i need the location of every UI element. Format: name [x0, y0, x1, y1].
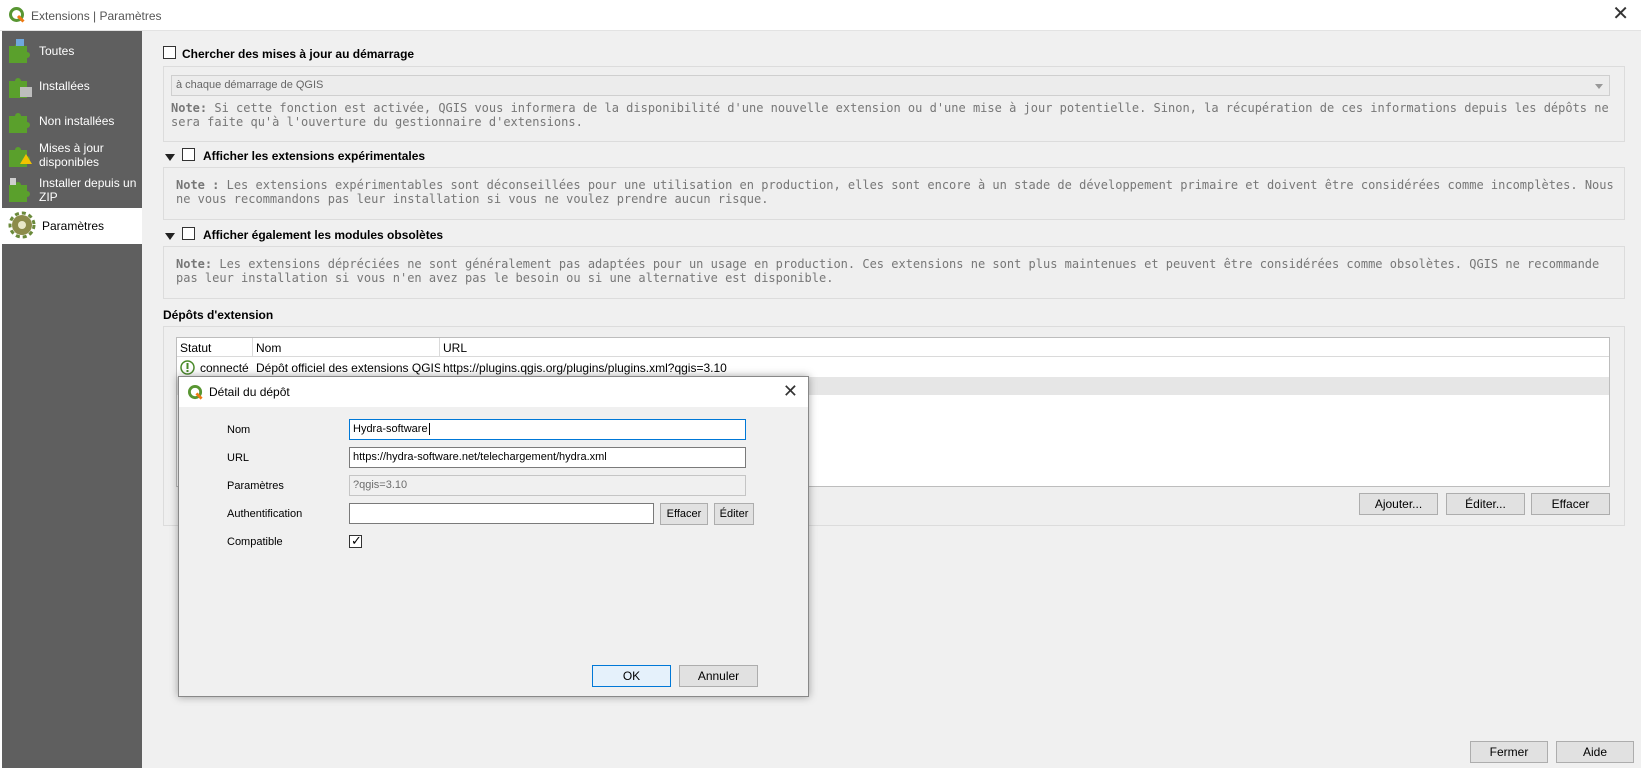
add-repository-button[interactable]: Ajouter... [1359, 493, 1438, 515]
puzzle-all-icon [9, 39, 30, 63]
experimental-checkbox[interactable] [182, 148, 195, 161]
puzzle-not-installed-icon [9, 113, 30, 133]
puzzle-upgradeable-icon [9, 147, 32, 167]
note-text: Les extensions dépréciées ne sont généra… [176, 257, 1600, 285]
window-titlebar: Extensions | Paramètres ✕ [0, 0, 1641, 31]
sidebar-item-label: Installer depuis un ZIP [39, 176, 137, 204]
repo-status: connecté [200, 361, 249, 375]
check-updates-label: Chercher des mises à jour au démarrage [182, 47, 415, 61]
repositories-heading: Dépôts d'extension [163, 308, 274, 322]
note-prefix: Note: [171, 101, 208, 115]
params-field: ?qgis=3.10 [349, 475, 746, 496]
sidebar-item-label: Mises à jour disponibles [39, 141, 104, 169]
dialog-titlebar: Détail du dépôt ✕ [179, 377, 808, 407]
text-caret [428, 423, 430, 436]
note-prefix: Note: [176, 257, 213, 271]
note-text: Si cette fonction est activée, QGIS vous… [171, 101, 1609, 129]
url-label: URL [227, 452, 250, 464]
qgis-logo-icon [188, 385, 203, 400]
collapse-triangle-icon[interactable] [165, 233, 175, 240]
repo-name: Dépôt officiel des extensions QGIS [256, 361, 440, 375]
update-frequency-value: à chaque démarrage de QGIS [176, 79, 324, 91]
qgis-logo-icon [9, 7, 25, 23]
collapse-triangle-icon[interactable] [165, 154, 175, 161]
sidebar-item-label: Non installées [39, 114, 115, 128]
column-header-url[interactable]: URL [440, 338, 1609, 357]
close-button[interactable]: Fermer [1470, 741, 1548, 763]
chevron-down-icon [1595, 84, 1603, 89]
column-header-name[interactable]: Nom [253, 338, 440, 357]
experimental-note: Note : Les extensions expérimentables so… [176, 178, 1616, 206]
ok-button[interactable]: OK [592, 665, 671, 687]
dialog-title: Détail du dépôt [209, 385, 290, 399]
sidebar-item-label: Installées [39, 79, 90, 93]
deprecated-note: Note: Les extensions dépréciées ne sont … [176, 257, 1616, 285]
auth-label: Authentification [227, 508, 303, 520]
puzzle-zip-icon [9, 178, 30, 202]
auth-field[interactable] [349, 503, 654, 524]
sidebar-item-installer-zip[interactable]: Installer depuis un ZIP [2, 172, 142, 208]
params-label: Paramètres [227, 480, 284, 492]
delete-repository-button[interactable]: Effacer [1531, 493, 1610, 515]
sidebar-item-label: Paramètres [42, 219, 105, 233]
deprecated-label: Afficher également les modules obsolètes [203, 228, 444, 242]
sidebar-item-label: Toutes [39, 44, 75, 58]
update-frequency-select[interactable]: à chaque démarrage de QGIS [171, 75, 1610, 96]
sidebar: Toutes Installées Non installées Mises à… [2, 31, 142, 768]
note-prefix: Note : [176, 178, 220, 192]
sidebar-item-parametres[interactable]: Paramètres [2, 208, 142, 244]
repo-url: https://plugins.qgis.org/plugins/plugins… [443, 361, 727, 375]
experimental-label: Afficher les extensions expérimentales [203, 149, 426, 163]
note-text: Les extensions expérimentables sont déco… [176, 178, 1614, 206]
name-field[interactable]: Hydra-software [349, 419, 746, 440]
dialog-close-button[interactable]: ✕ [783, 381, 798, 402]
check-updates-checkbox[interactable] [163, 46, 176, 59]
column-header-status[interactable]: Statut [177, 338, 253, 357]
edit-repository-button[interactable]: Éditer... [1446, 493, 1525, 515]
connected-status-icon [180, 360, 195, 375]
auth-clear-button[interactable]: Effacer [660, 503, 708, 525]
sidebar-item-non-installees[interactable]: Non installées [2, 103, 142, 139]
window-close-button[interactable]: ✕ [1612, 4, 1629, 24]
deprecated-checkbox[interactable] [182, 227, 195, 240]
compatible-checkbox[interactable] [349, 533, 362, 549]
gear-icon [8, 211, 36, 239]
puzzle-installed-icon [9, 78, 32, 98]
name-label: Nom [227, 424, 251, 436]
sidebar-item-mises-a-jour[interactable]: Mises à jour disponibles [2, 137, 142, 173]
sidebar-item-installees[interactable]: Installées [2, 68, 142, 104]
check-updates-note: Note: Si cette fonction est activée, QGI… [171, 101, 1611, 129]
cancel-button[interactable]: Annuler [679, 665, 758, 687]
url-field[interactable]: https://hydra-software.net/telechargemen… [349, 447, 746, 468]
auth-edit-button[interactable]: Éditer [714, 503, 754, 525]
name-field-value: Hydra-software [353, 423, 428, 435]
sidebar-item-toutes[interactable]: Toutes [2, 33, 142, 69]
repository-details-dialog: Détail du dépôt ✕ Nom Hydra-software URL… [178, 376, 809, 697]
window-title: Extensions | Paramètres [31, 9, 162, 23]
compatible-label: Compatible [227, 536, 283, 548]
help-button[interactable]: Aide [1556, 741, 1634, 763]
